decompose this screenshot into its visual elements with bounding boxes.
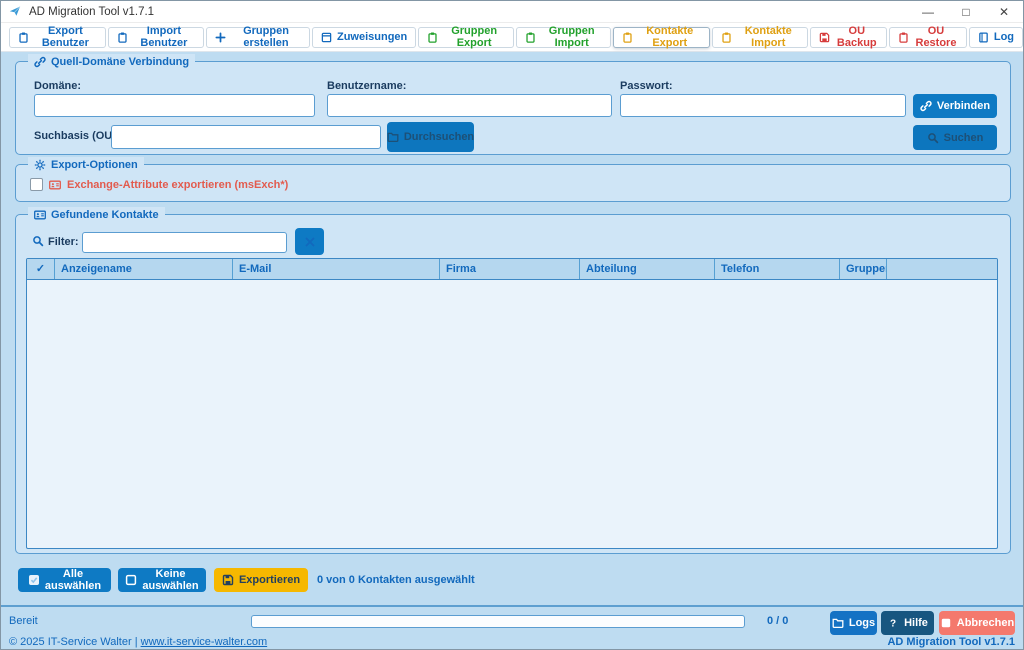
stop-icon bbox=[940, 617, 952, 629]
app-icon bbox=[9, 5, 22, 18]
search-icon bbox=[32, 235, 44, 247]
source-domain-legend-label: Quell-Domäne Verbindung bbox=[51, 56, 189, 68]
contacts-table-header: ✓AnzeigenameE-MailFirmaAbteilungTelefonG… bbox=[27, 259, 997, 280]
found-contacts-legend: Gefundene Kontakte bbox=[28, 207, 165, 222]
search-button[interactable]: Suchen bbox=[913, 125, 997, 150]
clipboard-icon bbox=[622, 32, 633, 43]
export-options-legend-label: Export-Optionen bbox=[51, 159, 138, 171]
column-header-abteilung[interactable]: Abteilung bbox=[580, 259, 715, 279]
checkbox-checked-icon bbox=[28, 574, 40, 586]
tab-ou-backup[interactable]: OU Backup bbox=[810, 27, 887, 48]
status-message: Bereit bbox=[9, 615, 38, 627]
clipboard-icon bbox=[721, 32, 732, 43]
tab-zuweisungen[interactable]: Zuweisungen bbox=[312, 27, 416, 48]
exchange-attributes-checkbox[interactable]: Exchange-Attribute exportieren (msExch*) bbox=[30, 178, 288, 191]
clipboard-icon bbox=[18, 32, 29, 43]
filter-label: Filter: bbox=[48, 236, 79, 248]
contact-card-icon bbox=[34, 209, 46, 221]
contacts-table: ✓AnzeigenameE-MailFirmaAbteilungTelefonG… bbox=[26, 258, 998, 549]
tab-gruppen-export[interactable]: Gruppen Export bbox=[418, 27, 514, 48]
found-contacts-group: Gefundene Kontakte Filter: ✓AnzeigenameE… bbox=[15, 214, 1011, 554]
column-header-telefon[interactable]: Telefon bbox=[715, 259, 840, 279]
tab-import-benutzer[interactable]: Import Benutzer bbox=[108, 27, 204, 48]
checkbox-empty-icon bbox=[125, 574, 137, 586]
tab-kontakte-export[interactable]: Kontakte Export bbox=[613, 27, 710, 48]
clipboard-icon bbox=[525, 32, 536, 43]
window-title: AD Migration Tool v1.7.1 bbox=[29, 6, 154, 18]
found-contacts-legend-label: Gefundene Kontakte bbox=[51, 209, 159, 221]
titlebar: AD Migration Tool v1.7.1 — □ ✕ bbox=[1, 1, 1023, 23]
domain-input[interactable] bbox=[34, 94, 315, 117]
save-icon bbox=[222, 574, 234, 586]
clipboard-icon bbox=[898, 32, 909, 43]
searchbase-input[interactable] bbox=[111, 125, 381, 149]
tab-ou-restore[interactable]: OU Restore bbox=[889, 27, 967, 48]
source-domain-legend: Quell-Domäne Verbindung bbox=[28, 54, 195, 69]
copyright-text: © 2025 IT-Service Walter bbox=[9, 636, 132, 648]
question-icon: ? bbox=[887, 617, 899, 629]
username-input[interactable] bbox=[327, 94, 612, 117]
tab-gruppen-import[interactable]: Gruppen Import bbox=[516, 27, 611, 48]
link-icon bbox=[34, 56, 46, 68]
minimize-button[interactable]: — bbox=[909, 1, 947, 23]
tab-export-benutzer[interactable]: Export Benutzer bbox=[9, 27, 106, 48]
clipboard-icon bbox=[117, 32, 128, 43]
cancel-button[interactable]: Abbrechen bbox=[939, 611, 1015, 635]
tab-log[interactable]: Log bbox=[969, 27, 1023, 48]
browse-button[interactable]: Durchsuchen bbox=[387, 122, 474, 152]
link-icon bbox=[920, 100, 932, 112]
app-window: AD Migration Tool v1.7.1 — □ ✕ Export Be… bbox=[0, 0, 1024, 650]
progress-bar bbox=[251, 615, 745, 628]
export-options-legend: Export-Optionen bbox=[28, 157, 144, 172]
x-icon bbox=[304, 236, 316, 248]
filter-input[interactable] bbox=[82, 232, 287, 253]
svg-text:?: ? bbox=[890, 619, 896, 630]
column-header-gruppen[interactable]: Gruppen bbox=[840, 259, 887, 279]
footer-copyright: © 2025 IT-Service Walter | www.it-servic… bbox=[9, 636, 267, 648]
search-icon bbox=[927, 132, 939, 144]
column-header-[interactable]: ✓ bbox=[27, 259, 55, 279]
select-all-button[interactable]: Alle auswählen bbox=[18, 568, 111, 592]
column-header-e-mail[interactable]: E-Mail bbox=[233, 259, 440, 279]
clear-filter-button[interactable] bbox=[295, 228, 324, 255]
source-domain-group: Quell-Domäne Verbindung Domäne: Benutzer… bbox=[15, 61, 1011, 155]
window-icon bbox=[321, 32, 332, 43]
select-none-button[interactable]: Keine auswählen bbox=[118, 568, 206, 592]
username-label: Benutzername: bbox=[327, 80, 406, 92]
connect-button[interactable]: Verbinden bbox=[913, 94, 997, 118]
gear-icon bbox=[34, 159, 46, 171]
searchbase-label: Suchbasis (OU): bbox=[34, 130, 120, 142]
logs-button[interactable]: Logs bbox=[830, 611, 877, 635]
clipboard-icon bbox=[427, 32, 438, 43]
contact-card-icon bbox=[49, 179, 61, 191]
password-label: Passwort: bbox=[620, 80, 673, 92]
book-icon bbox=[978, 32, 989, 43]
footer-separator: | bbox=[135, 636, 138, 648]
export-button[interactable]: Exportieren bbox=[214, 568, 308, 592]
window-controls: — □ ✕ bbox=[909, 1, 1023, 23]
close-button[interactable]: ✕ bbox=[985, 1, 1023, 23]
save-icon bbox=[819, 32, 830, 43]
checkbox-box[interactable] bbox=[30, 178, 43, 191]
footer-version: AD Migration Tool v1.7.1 bbox=[887, 636, 1015, 648]
tab-gruppen-erstellen[interactable]: Gruppen erstellen bbox=[206, 27, 310, 48]
folder-icon bbox=[832, 617, 844, 629]
tab-kontakte-import[interactable]: Kontakte Import bbox=[712, 27, 808, 48]
column-header-empty[interactable] bbox=[887, 259, 997, 279]
export-options-group: Export-Optionen Exchange-Attribute expor… bbox=[15, 164, 1011, 202]
help-button[interactable]: ? Hilfe bbox=[881, 611, 934, 635]
maximize-button[interactable]: □ bbox=[947, 1, 985, 23]
statusbar-divider bbox=[1, 605, 1023, 607]
column-header-anzeigename[interactable]: Anzeigename bbox=[55, 259, 233, 279]
folder-icon bbox=[387, 131, 399, 143]
tab-bar: Export BenutzerImport BenutzerGruppen er… bbox=[1, 23, 1023, 52]
plus-icon bbox=[215, 32, 226, 43]
selection-status: 0 von 0 Kontakten ausgewählt bbox=[317, 574, 475, 586]
password-input[interactable] bbox=[620, 94, 906, 117]
progress-count: 0 / 0 bbox=[767, 615, 788, 627]
domain-label: Domäne: bbox=[34, 80, 81, 92]
footer-link[interactable]: www.it-service-walter.com bbox=[141, 636, 268, 648]
column-header-firma[interactable]: Firma bbox=[440, 259, 580, 279]
